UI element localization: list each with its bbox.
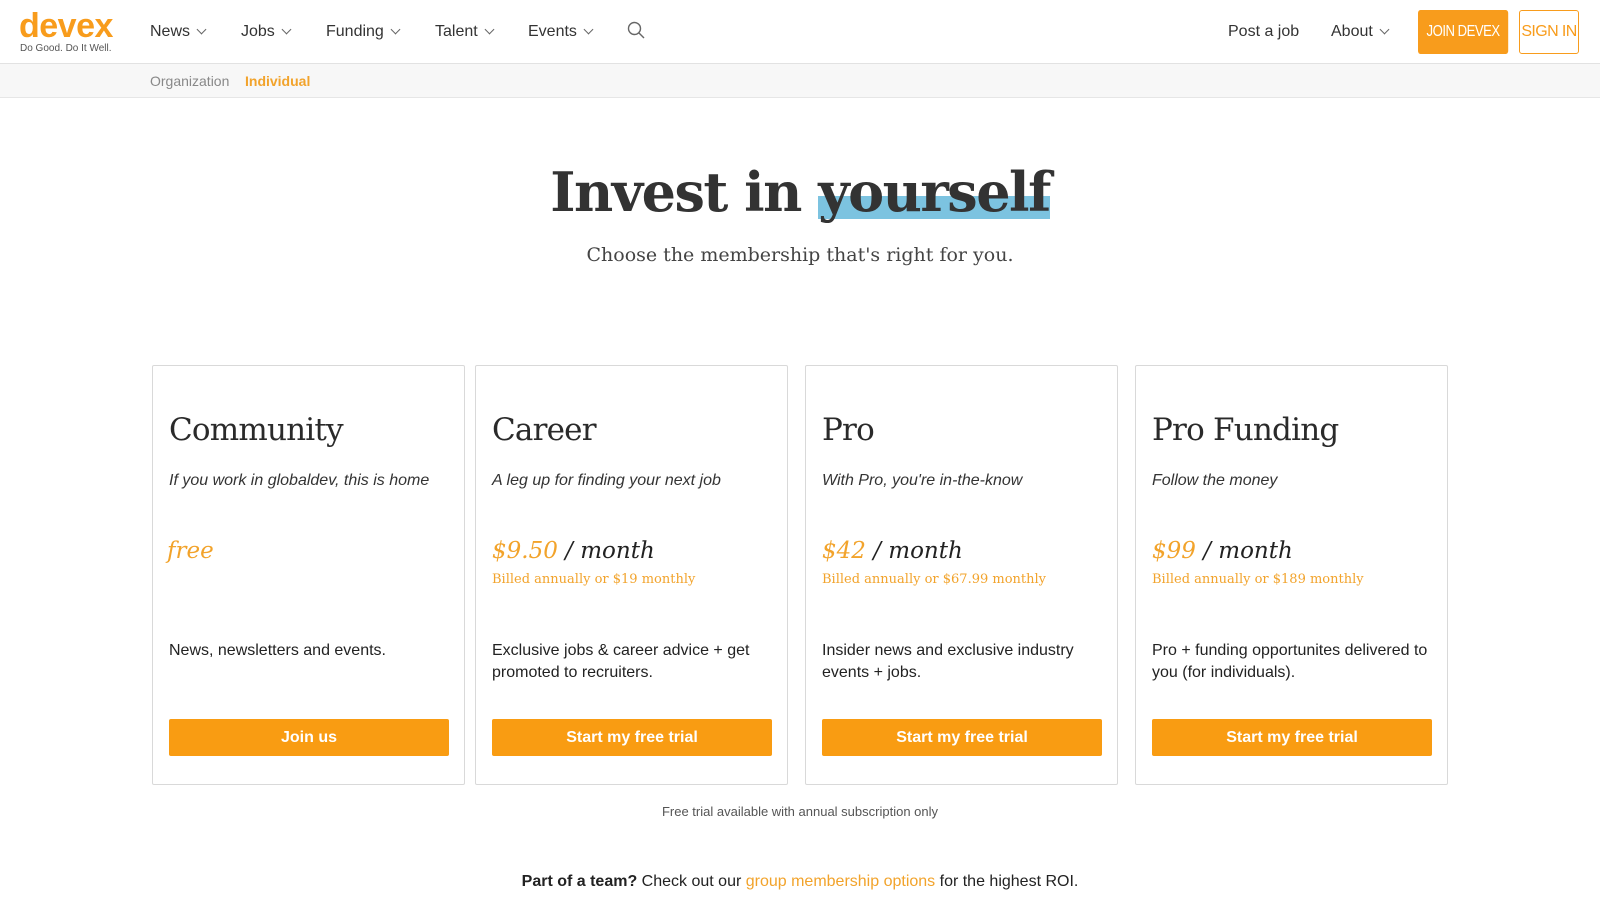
plan-tagline: With Pro, you're in-the-know [822,472,1023,489]
nav-talent[interactable]: Talent [435,0,495,64]
plan-name: Pro [822,412,875,448]
plan-name: Career [492,412,597,448]
plan-description: News, newsletters and events. [169,642,386,659]
chevron-down-icon [583,24,594,35]
plan-card-career: Career A leg up for finding your next jo… [475,365,788,785]
plan-price: $42 / month [822,538,963,564]
page-title-prefix: Invest in [550,160,819,224]
plan-price-amount: $9.50 [492,538,558,564]
chevron-down-icon [196,24,207,35]
chevron-down-icon [1379,24,1390,35]
plan-billing-note: Billed annually or $67.99 monthly [822,572,1047,587]
plan-name: Pro Funding [1152,412,1339,448]
page-title: Invest in yourself [0,160,1600,224]
post-job-label: Post a job [1228,23,1300,40]
plan-description: Pro + funding opportunites delivered to … [1152,642,1428,681]
subnav-organization[interactable]: Organization [150,73,229,89]
nav-funding-label: Funding [326,23,384,40]
nav-jobs[interactable]: Jobs [241,0,292,64]
plan-card-pro: Pro With Pro, you're in-the-know $42 / m… [805,365,1118,785]
chevron-down-icon [281,24,292,35]
plan-price: free [167,538,214,564]
plan-price-period: / month [557,538,655,564]
group-membership-link[interactable]: group membership options [746,873,935,890]
team-callout-tail: for the highest ROI. [935,873,1079,890]
nav-events-label: Events [528,23,577,40]
nav-news-label: News [150,23,191,40]
plan-card-pro-funding: Pro Funding Follow the money $99 / month… [1135,365,1448,785]
nav-news[interactable]: News [150,0,207,64]
chevron-down-icon [484,24,495,35]
plan-billing-note: Billed annually or $189 monthly [1152,572,1364,587]
nav-funding[interactable]: Funding [326,0,401,64]
subnav-individual[interactable]: Individual [245,73,310,89]
nav-about-label: About [1331,23,1373,40]
plan-description: Insider news and exclusive industry even… [822,642,1074,681]
post-job-link[interactable]: Post a job [1228,0,1299,64]
top-navigation-bar: devex Do Good. Do It Well. News Jobs Fun… [0,0,1600,64]
logo-wordmark: devex [19,7,113,45]
audience-subnav: Organization Individual [0,64,1600,98]
plan-price-period: / month [1195,538,1293,564]
team-callout: Part of a team? Check out our group memb… [0,873,1600,891]
start-free-trial-button[interactable]: Start my free trial [1152,719,1432,756]
plan-description: Exclusive jobs & career advice + get pro… [492,642,750,681]
logo-tagline: Do Good. Do It Well. [20,43,112,54]
plan-price-period: / month [865,538,963,564]
chevron-down-icon [390,24,401,35]
page-subtitle: Choose the membership that's right for y… [586,244,1014,266]
plan-price: $99 / month [1152,538,1293,564]
plan-price-amount: $42 [822,538,866,564]
nav-jobs-label: Jobs [241,23,275,40]
plan-tagline: Follow the money [1152,472,1278,489]
plan-price-amount: free [167,538,214,564]
team-callout-bold: Part of a team? [521,873,638,890]
plan-name: Community [169,412,344,448]
plan-tagline: A leg up for finding your next job [492,472,721,489]
search-icon[interactable] [627,21,645,39]
plan-billing-note: Billed annually or $19 monthly [492,572,696,587]
join-devex-button[interactable]: Join Devex [1418,10,1509,54]
start-free-trial-button[interactable]: Start my free trial [492,719,772,756]
free-trial-note: Free trial available with annual subscri… [661,804,939,819]
page-title-highlight: yourself [818,160,1051,224]
join-us-button[interactable]: Join us [169,719,449,756]
start-free-trial-button[interactable]: Start my free trial [822,719,1102,756]
team-callout-text: Check out our [637,873,746,890]
devex-logo[interactable]: devex Do Good. Do It Well. [19,8,129,58]
plan-price-amount: $99 [1152,538,1196,564]
plan-card-community: Community If you work in globaldev, this… [152,365,465,785]
sign-in-button[interactable]: Sign In [1519,10,1579,54]
nav-events[interactable]: Events [528,0,594,64]
plan-price: $9.50 / month [492,538,655,564]
nav-talent-label: Talent [435,23,478,40]
nav-about[interactable]: About [1331,0,1390,64]
plan-tagline: If you work in globaldev, this is home [169,472,430,489]
